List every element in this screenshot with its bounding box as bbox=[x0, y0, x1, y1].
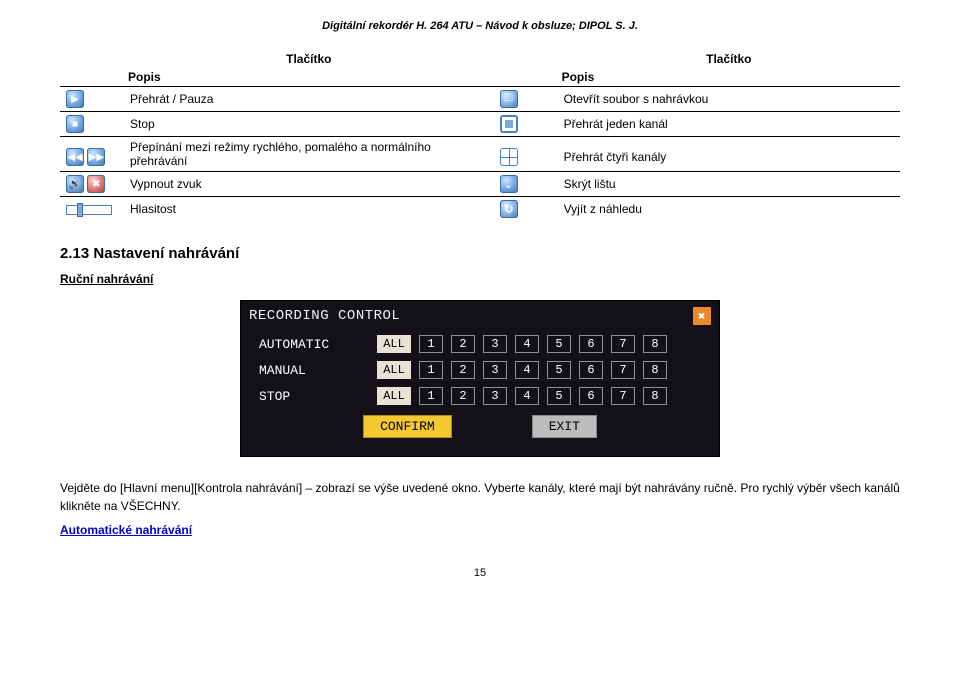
ch-2[interactable]: 2 bbox=[451, 361, 475, 379]
desc-hide-bar: Skrýt lištu bbox=[558, 172, 900, 197]
confirm-button[interactable]: CONFIRM bbox=[363, 415, 452, 438]
ch-7[interactable]: 7 bbox=[611, 335, 635, 353]
ch-7[interactable]: 7 bbox=[611, 387, 635, 405]
panel-title-text: RECORDING CONTROL bbox=[249, 308, 400, 324]
link-automatic-recording[interactable]: Automatické nahrávání bbox=[60, 523, 900, 537]
close-icon[interactable]: ✖ bbox=[693, 307, 711, 325]
ch-1[interactable]: 1 bbox=[419, 361, 443, 379]
ch-3[interactable]: 3 bbox=[483, 387, 507, 405]
sound-on-icon: 🔊 bbox=[66, 175, 84, 193]
col-button-2: Tlačítko bbox=[558, 50, 900, 68]
single-channel-icon bbox=[500, 115, 518, 133]
mute-icon: ✖ bbox=[87, 175, 105, 193]
hide-bar-icon: ⌄ bbox=[500, 175, 518, 193]
volume-slider-icon bbox=[66, 205, 112, 215]
desc-play-pause: Přehrát / Pauza bbox=[124, 87, 494, 112]
ch-2[interactable]: 2 bbox=[451, 387, 475, 405]
section-title: 2.13 Nastavení nahrávání bbox=[60, 245, 900, 262]
all-button[interactable]: ALL bbox=[377, 335, 411, 353]
stop-icon: ■ bbox=[66, 115, 84, 133]
ch-2[interactable]: 2 bbox=[451, 335, 475, 353]
doc-header: Digitální rekordér H. 264 ATU – Návod k … bbox=[60, 20, 900, 32]
desc-quad: Přehrát čtyři kanály bbox=[558, 144, 900, 172]
ch-1[interactable]: 1 bbox=[419, 387, 443, 405]
exit-preview-icon: ↻ bbox=[500, 200, 518, 218]
label-manual: MANUAL bbox=[259, 363, 369, 378]
ch-7[interactable]: 7 bbox=[611, 361, 635, 379]
ch-5[interactable]: 5 bbox=[547, 361, 571, 379]
desc-open-file: Otevřít soubor s nahrávkou bbox=[558, 87, 900, 112]
row-manual: MANUAL ALL 1 2 3 4 5 6 7 8 bbox=[259, 361, 701, 379]
ch-5[interactable]: 5 bbox=[547, 335, 571, 353]
ch-5[interactable]: 5 bbox=[547, 387, 571, 405]
label-stop: STOP bbox=[259, 389, 369, 404]
ch-6[interactable]: 6 bbox=[579, 335, 603, 353]
ch-3[interactable]: 3 bbox=[483, 361, 507, 379]
row-stop: STOP ALL 1 2 3 4 5 6 7 8 bbox=[259, 387, 701, 405]
rewind-icon: ◀◀ bbox=[66, 148, 84, 166]
desc-volume: Hlasitost bbox=[124, 197, 494, 222]
ch-8[interactable]: 8 bbox=[643, 387, 667, 405]
play-pause-icon: ▶ bbox=[66, 90, 84, 108]
ch-4[interactable]: 4 bbox=[515, 387, 539, 405]
ch-8[interactable]: 8 bbox=[643, 335, 667, 353]
recording-control-panel: RECORDING CONTROL ✖ AUTOMATIC ALL 1 2 3 … bbox=[240, 300, 720, 457]
desc-exit-preview: Vyjít z náhledu bbox=[558, 197, 900, 222]
ch-3[interactable]: 3 bbox=[483, 335, 507, 353]
ch-1[interactable]: 1 bbox=[419, 335, 443, 353]
subheading-manual: Ruční nahrávání bbox=[60, 272, 900, 286]
empty-cell bbox=[558, 137, 900, 144]
ch-4[interactable]: 4 bbox=[515, 361, 539, 379]
ch-8[interactable]: 8 bbox=[643, 361, 667, 379]
desc-single-channel: Přehrát jeden kanál bbox=[558, 112, 900, 137]
col-desc-1: Popis bbox=[124, 68, 494, 87]
quad-channel-icon bbox=[500, 148, 518, 166]
col-button-1: Tlačítko bbox=[124, 50, 494, 68]
ch-4[interactable]: 4 bbox=[515, 335, 539, 353]
ch-6[interactable]: 6 bbox=[579, 387, 603, 405]
open-file-icon: 🗀 bbox=[500, 90, 518, 108]
forward-icon: ▶▶ bbox=[87, 148, 105, 166]
ch-6[interactable]: 6 bbox=[579, 361, 603, 379]
row-automatic: AUTOMATIC ALL 1 2 3 4 5 6 7 8 bbox=[259, 335, 701, 353]
desc-stop: Stop bbox=[124, 112, 494, 137]
buttons-table: Tlačítko Tlačítko Popis Popis ▶ Přehrát … bbox=[60, 50, 900, 221]
desc-mode-switch: Přepínání mezi režimy rychlého, pomalého… bbox=[124, 137, 494, 172]
page-number: 15 bbox=[60, 567, 900, 579]
all-button[interactable]: ALL bbox=[377, 387, 411, 405]
exit-button[interactable]: EXIT bbox=[532, 415, 597, 438]
all-button[interactable]: ALL bbox=[377, 361, 411, 379]
label-automatic: AUTOMATIC bbox=[259, 337, 369, 352]
paragraph-manual: Vejděte do [Hlavní menu][Kontrola nahráv… bbox=[60, 479, 900, 515]
desc-mute: Vypnout zvuk bbox=[124, 172, 494, 197]
col-desc-2: Popis bbox=[558, 68, 900, 87]
